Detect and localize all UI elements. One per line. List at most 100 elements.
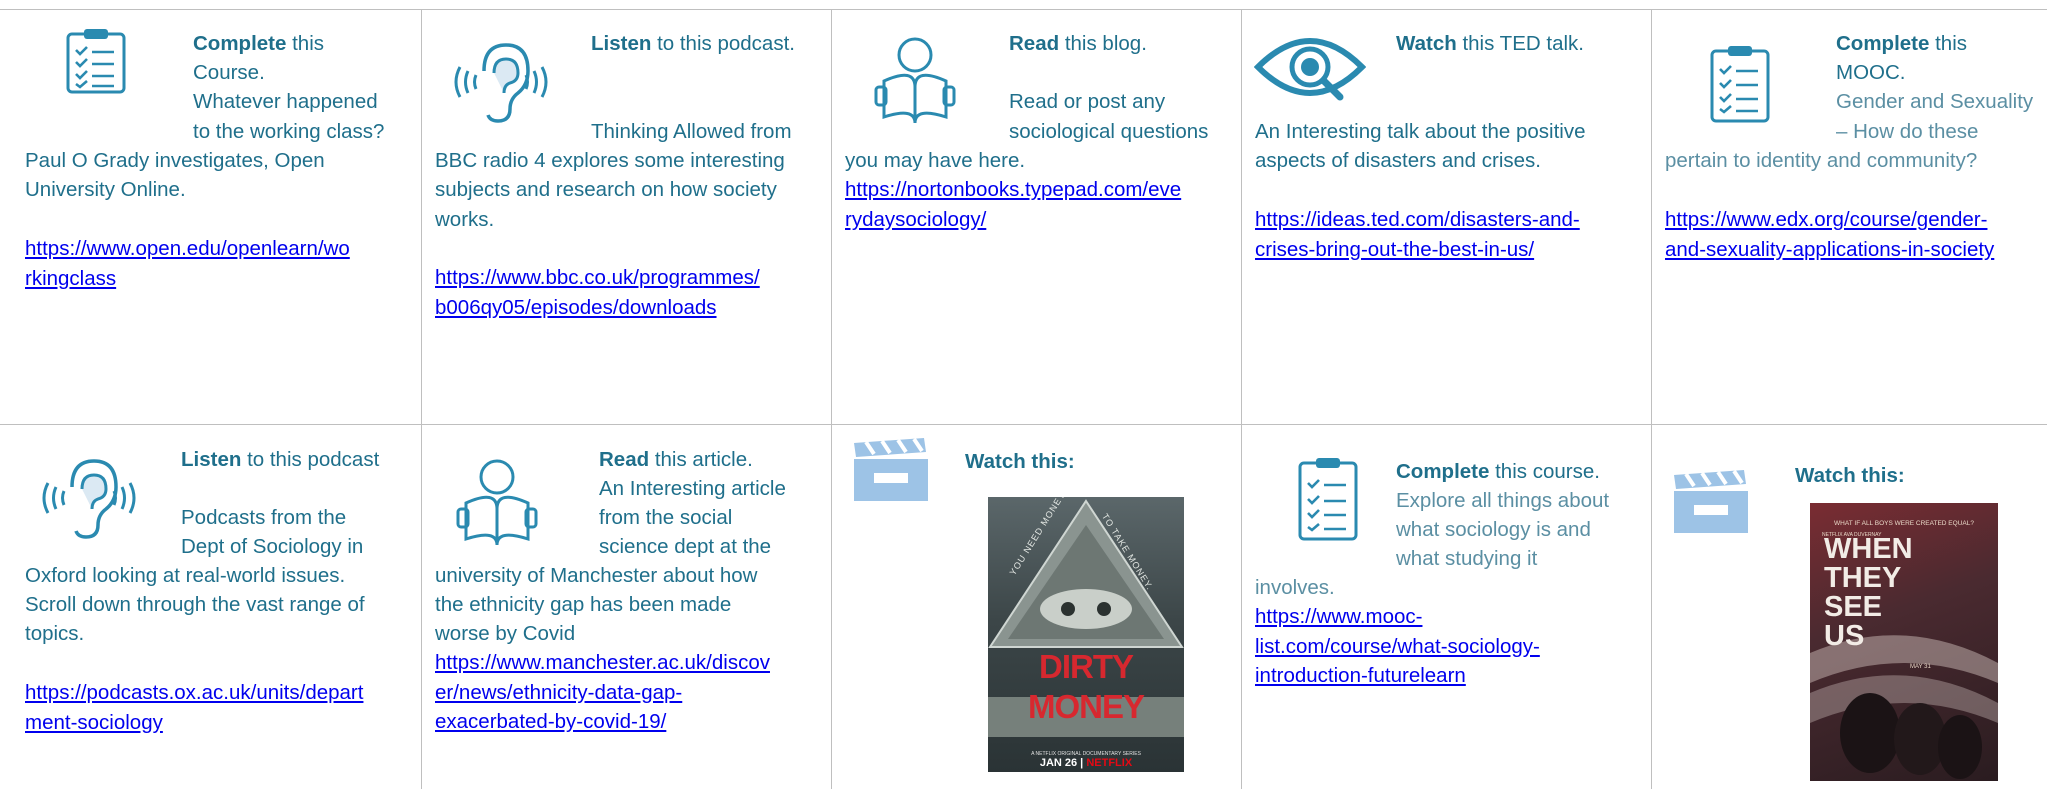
resource-grid: Complete this Course. Whatever happened … [0, 0, 2047, 789]
cell-line: Explore all things about [1396, 489, 1610, 512]
cell-line: Thinking Allowed from [591, 120, 792, 143]
link-line[interactable]: introduction-futurelearn [1255, 661, 1540, 691]
resource-link[interactable]: https://www.bbc.co.uk/programmes/ b006qy… [435, 263, 760, 322]
cell-heading: Read this blog. [1009, 29, 1147, 59]
poster-date: JAN 26 [1039, 757, 1078, 769]
action-word: Listen [181, 448, 242, 471]
cell-line: Podcasts from the [181, 506, 347, 529]
link-line[interactable]: er/news/ethnicity-data-gap- [435, 678, 770, 708]
link-line[interactable]: exacerbated-by-covid-19/ [435, 707, 770, 737]
poster-title: WHEN THEY SEE US [1824, 535, 1913, 651]
resource-link[interactable]: https://www.open.edu/openlearn/wo rkingc… [25, 234, 350, 293]
cell-line: Dept of Sociology in [181, 535, 364, 558]
resource-cell-when-they-see-us: Watch this: WHAT IF ALL BOYS WERE CREATE… [1652, 425, 2047, 789]
link-line[interactable]: ment-sociology [25, 708, 363, 738]
resource-link[interactable]: https://podcasts.ox.ac.uk/units/depart m… [25, 678, 363, 737]
cell-line: Scroll down through the vast range of [25, 593, 365, 616]
resource-link[interactable]: https://www.mooc- list.com/course/what-s… [1255, 602, 1540, 691]
resource-link[interactable]: https://ideas.ted.com/disasters-and- cri… [1255, 205, 1580, 264]
reader-icon [456, 459, 538, 546]
dirty-money-poster[interactable]: YOU NEED MONEY. TO TAKE MONEY. DIRTY MON… [988, 497, 1184, 772]
action-rest: this blog. [1059, 32, 1147, 55]
poster-title-line: THEY [1824, 562, 1902, 594]
action-word: Listen [591, 32, 652, 55]
resource-link[interactable]: https://www.edx.org/course/gender- and-s… [1665, 205, 1994, 264]
when-they-see-us-poster[interactable]: WHAT IF ALL BOYS WERE CREATED EQUAL? NET… [1810, 503, 1998, 781]
resource-cell-oxford-podcast: Listen to this podcast Podcasts from the… [0, 425, 422, 789]
link-line[interactable]: https://www.edx.org/course/gender- [1665, 205, 1994, 235]
resource-cell-article: Read this article. An Interesting articl… [422, 425, 832, 789]
cell-line: subjects and research on how society [435, 178, 777, 201]
cell-heading: Listen to this podcast [181, 445, 379, 475]
action-word: Complete [193, 32, 287, 55]
poster-title: DIRTY MONEY [1027, 648, 1145, 725]
cell-heading: Complete this [193, 29, 324, 59]
poster-date: MAY 31 [1910, 664, 1931, 670]
resource-cell-ted: Watch this TED talk. An Interesting talk… [1242, 9, 1652, 425]
action-rest: this article. [649, 448, 753, 471]
resource-cell-course: Complete this Course. Whatever happened … [0, 9, 422, 425]
cell-line: – How do these [1836, 120, 1979, 143]
eye-icon [1254, 38, 1366, 101]
poster-title-line: WHEN [1824, 533, 1913, 565]
action-rest: this course. [1489, 460, 1600, 483]
clapperboard-icon [854, 437, 928, 501]
link-line[interactable]: https://www.manchester.ac.uk/discov [435, 648, 770, 678]
resource-link[interactable]: https://www.manchester.ac.uk/discov er/n… [435, 648, 770, 737]
cell-line: works. [435, 208, 495, 231]
resource-link[interactable]: https://nortonbooks.typepad.com/eve ryda… [845, 175, 1181, 234]
link-line[interactable]: https://www.bbc.co.uk/programmes/ [435, 263, 760, 293]
cell-line: to the working class? [193, 120, 385, 143]
checklist-icon [1298, 458, 1358, 541]
link-line[interactable]: list.com/course/what-sociology- [1255, 632, 1540, 662]
resource-cell-dirty-money: Watch this: YOU NEED MONEY. TO TAKE MONE… [832, 425, 1242, 789]
link-line[interactable]: b006qy05/episodes/downloads [435, 293, 760, 323]
cell-line: aspects of disasters and crises. [1255, 149, 1541, 172]
cell-heading: Listen to this podcast. [591, 29, 795, 59]
link-line[interactable]: https://podcasts.ox.ac.uk/units/depart [25, 678, 363, 708]
link-line[interactable]: rkingclass [25, 264, 350, 294]
link-line[interactable]: https://nortonbooks.typepad.com/eve [845, 175, 1181, 205]
ear-icon [454, 43, 548, 123]
watch-heading: Watch this: [1795, 464, 1905, 487]
cell-line: Gender and Sexuality [1836, 90, 2034, 113]
action-word: Watch [1396, 32, 1457, 55]
cell-line: worse by Covid [435, 622, 576, 645]
ear-icon [42, 459, 136, 539]
cell-line: MOOC. [1836, 61, 1906, 84]
action-rest: to this podcast [241, 448, 380, 471]
resource-cell-blog: Read this blog. Read or post any sociolo… [832, 9, 1242, 425]
link-line[interactable]: https://ideas.ted.com/disasters-and- [1255, 205, 1580, 235]
cell-line: university of Manchester about how [435, 564, 758, 587]
cell-heading: Complete this course. [1396, 457, 1600, 487]
link-line[interactable]: https://www.mooc- [1255, 602, 1540, 632]
cell-line: involves. [1255, 576, 1335, 599]
action-rest: this [1929, 32, 1968, 55]
link-line[interactable]: crises-bring-out-the-best-in-us/ [1255, 235, 1580, 265]
cell-line: An Interesting article [599, 477, 786, 500]
cell-heading: Read this article. [599, 445, 753, 475]
cell-line: BBC radio 4 explores some interesting [435, 149, 785, 172]
cell-line: An Interesting talk about the positive [1255, 120, 1586, 143]
cell-line: what studying it [1396, 547, 1538, 570]
cell-line: University Online. [25, 178, 186, 201]
action-rest: this TED talk. [1456, 32, 1584, 55]
poster-title-line: US [1824, 620, 1865, 652]
poster-title-line: SEE [1824, 591, 1883, 623]
cell-heading: Complete this [1836, 29, 1967, 59]
action-word: Complete [1836, 32, 1930, 55]
resource-cell-mooc: Complete this MOOC. Gender and Sexuality… [1652, 9, 2047, 425]
link-line[interactable]: and-sexuality-applications-in-society [1665, 235, 1994, 265]
cell-line: Paul O Grady investigates, Open [25, 149, 325, 172]
action-word: Read [1009, 32, 1060, 55]
cell-line: what sociology is and [1396, 518, 1591, 541]
cell-line: you may have here. [845, 149, 1026, 172]
link-line[interactable]: https://www.open.edu/openlearn/wo [25, 234, 350, 264]
cell-line: Read or post any [1009, 90, 1166, 113]
link-line[interactable]: rydaysociology/ [845, 205, 1181, 235]
action-rest: to this podcast. [651, 32, 795, 55]
cell-line: pertain to identity and community? [1665, 149, 1978, 172]
action-word: Read [599, 448, 650, 471]
action-word: Complete [1396, 460, 1490, 483]
checklist-icon [66, 29, 126, 94]
